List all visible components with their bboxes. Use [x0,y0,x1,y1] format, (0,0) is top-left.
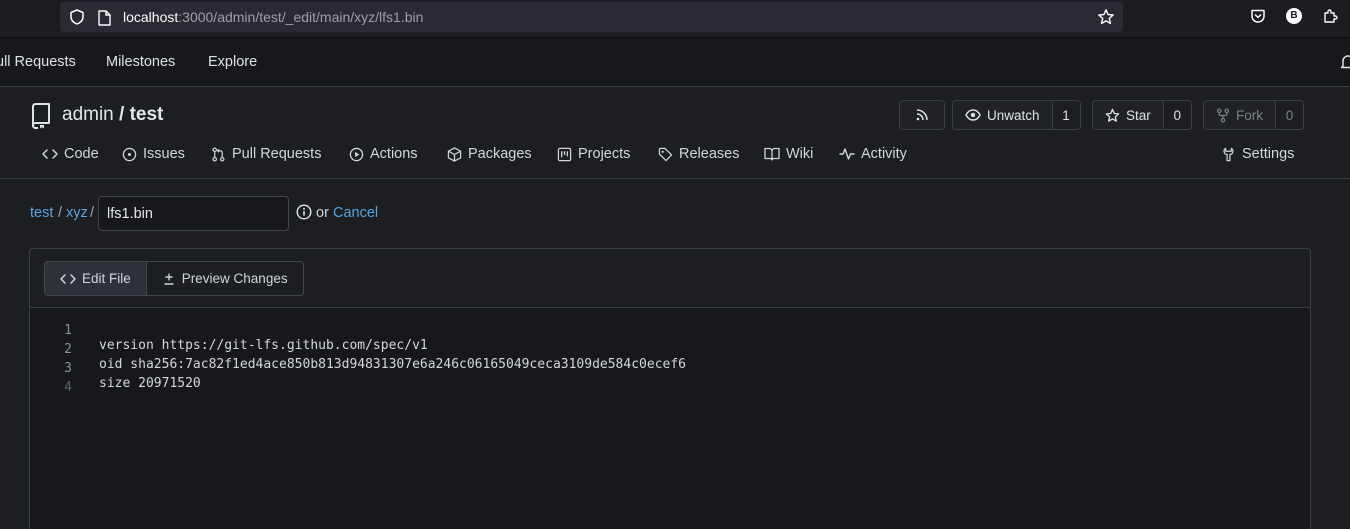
tab-packages-label: Packages [468,146,532,162]
fork-count: 0 [1275,101,1303,129]
tab-pull-requests[interactable]: Pull Requests [211,146,321,162]
rss-icon [900,101,944,129]
tab-releases-label: Releases [679,146,740,162]
code-line[interactable]: 2 oid sha256:7ac82f1ed4ace850b813d948313… [30,327,1310,372]
line-number: 4 [64,380,72,395]
edit-file-label: Edit File [82,271,131,286]
watch-count[interactable]: 1 [1051,101,1080,129]
tab-code[interactable]: Code [42,146,99,162]
repo-separator: / [119,104,125,125]
account-avatar-icon[interactable]: B [1286,8,1302,24]
code-line[interactable]: 4 [30,365,1310,395]
preview-changes-tab[interactable]: Preview Changes [145,262,303,295]
tab-actions[interactable]: Actions [349,146,418,162]
diff-icon [162,272,176,286]
tab-issues[interactable]: Issues [122,146,185,162]
star-count[interactable]: 0 [1162,101,1191,129]
tab-settings-label: Settings [1242,146,1295,162]
nav-milestones[interactable]: Milestones [106,54,175,70]
tab-releases[interactable]: Releases [658,146,739,162]
tab-projects[interactable]: Projects [557,146,630,162]
editor-tabs: Edit File Preview Changes [44,261,304,296]
repo-name-link[interactable]: test [130,104,164,125]
tab-issues-label: Issues [143,146,185,162]
top-navbar: ull Requests Milestones Explore [0,38,1350,87]
star-label: Star [1126,107,1151,123]
code-line[interactable]: 1 version https://git-lfs.github.com/spe… [30,308,1310,353]
unwatch-button[interactable]: Unwatch [953,101,1052,129]
book-icon [764,147,780,161]
issue-icon [122,147,137,162]
tab-activity[interactable]: Activity [839,146,907,162]
info-icon[interactable] [296,204,312,220]
repo-icon [30,103,52,129]
tab-wiki-label: Wiki [786,146,814,162]
unwatch-button-group: Unwatch 1 [952,100,1081,130]
project-icon [557,147,572,162]
pulse-icon [839,147,855,161]
tab-packages[interactable]: Packages [447,146,532,162]
star-icon [1105,108,1120,123]
fork-button-group: Fork 0 [1203,100,1304,130]
tools-icon [1221,147,1236,162]
breadcrumb-separator: / [90,205,95,221]
star-button-group: Star 0 [1092,100,1192,130]
tag-icon [658,147,673,162]
unwatch-label: Unwatch [987,107,1040,123]
page-icon [97,10,111,26]
code-editor[interactable]: 1 version https://git-lfs.github.com/spe… [30,308,1310,529]
pull-request-icon [211,147,226,162]
tab-pull-requests-label: Pull Requests [232,146,322,162]
repo-header: admin / test Unwatch 1 Star 0 Fork 0 Cod… [0,88,1350,179]
preview-changes-label: Preview Changes [181,271,288,286]
url-text[interactable]: localhost:3000/admin/test/_edit/main/xyz… [123,9,423,25]
notification-bell-icon[interactable] [1340,53,1350,71]
nav-explore[interactable]: Explore [208,54,257,70]
package-icon [447,146,462,162]
pocket-icon[interactable] [1250,8,1266,24]
tab-code-label: Code [64,146,99,162]
breadcrumb-test[interactable]: test [30,205,53,221]
rss-feed-button[interactable] [899,100,945,130]
or-text: or [316,205,329,221]
repo-owner-link[interactable]: admin [62,104,114,125]
account-initial: B [1286,8,1302,24]
filename-input[interactable] [98,196,289,231]
code-line[interactable]: 3 size 20971520 [30,346,1310,391]
tab-settings[interactable]: Settings [1221,146,1294,162]
bookmark-star-icon[interactable] [1097,8,1115,26]
repo-title: admin / test [62,104,163,126]
fork-label: Fork [1236,107,1263,123]
code-icon [60,272,76,286]
shield-icon[interactable] [69,9,85,25]
tab-actions-label: Actions [370,146,418,162]
fork-icon [1216,108,1230,123]
edit-file-tab[interactable]: Edit File [45,262,146,295]
tab-activity-label: Activity [861,146,907,162]
browser-toolbar: localhost:3000/admin/test/_edit/main/xyz… [0,0,1350,38]
nav-pull-requests[interactable]: ull Requests [0,54,76,70]
breadcrumb-xyz[interactable]: xyz [66,205,88,221]
file-editor-panel: Edit File Preview Changes 1 version http… [29,248,1311,529]
star-button[interactable]: Star [1093,101,1163,129]
play-icon [349,147,364,162]
code-icon [42,147,58,161]
tab-wiki[interactable]: Wiki [764,146,813,162]
fork-button[interactable]: Fork [1204,101,1275,129]
url-bar[interactable]: localhost:3000/admin/test/_edit/main/xyz… [60,2,1123,32]
tab-projects-label: Projects [578,146,631,162]
eye-icon [965,108,981,122]
cancel-link[interactable]: Cancel [333,205,378,221]
breadcrumb-separator: / [58,205,63,221]
extensions-icon[interactable] [1322,8,1338,24]
